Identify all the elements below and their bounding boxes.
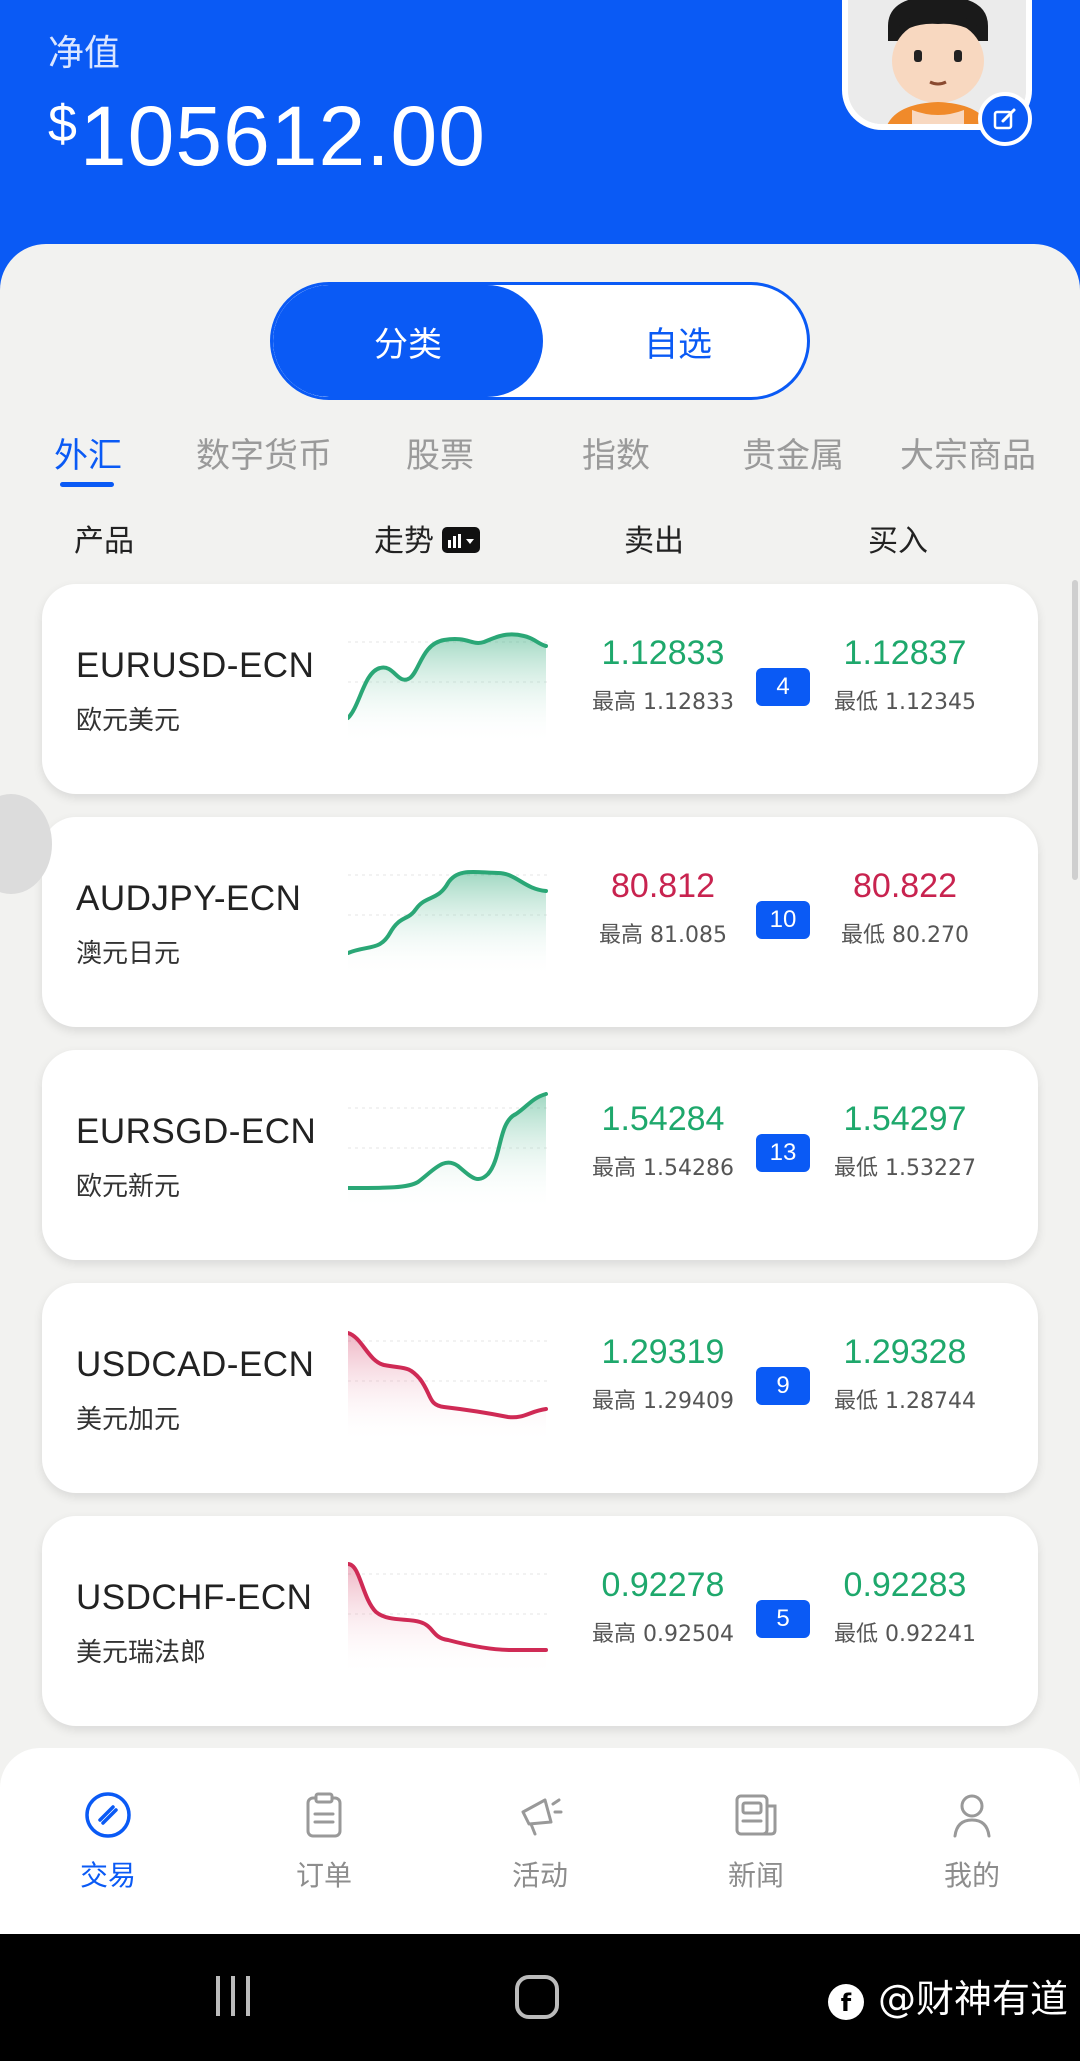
tabbar-activity-label: 活动 — [511, 1859, 568, 1892]
net-value: $105612.00 — [48, 88, 486, 185]
instrument-symbol: AUDJPY-ECN — [76, 879, 302, 918]
chart-toggle-icon — [442, 526, 480, 553]
spread-badge: 13 — [756, 1134, 810, 1172]
instrument-row[interactable]: AUDJPY-ECN 澳元日元 80.812 最高 81.085 10 80.8… — [42, 817, 1038, 1027]
edit-icon — [993, 108, 1016, 130]
instrument-symbol: USDCHF-ECN — [76, 1578, 313, 1617]
instrument-row[interactable]: EURUSD-ECN 欧元美元 1.12833 最高 1.12833 4 1.1… — [42, 584, 1038, 794]
net-value-label: 净值 — [48, 33, 121, 74]
col-sell: 卖出 — [624, 524, 684, 559]
trend-sparkline — [348, 869, 548, 977]
sell-high: 最高 0.92504 — [592, 1622, 734, 1647]
trend-sparkline — [348, 632, 548, 744]
tabbar-trade-label: 交易 — [79, 1859, 136, 1892]
buy-price[interactable]: 0.92283 — [805, 1566, 1005, 1605]
instrument-name: 美元加元 — [76, 1405, 181, 1435]
megaphone-icon — [521, 1798, 563, 1836]
instrument-name: 欧元美元 — [76, 706, 181, 736]
instrument-name: 澳元日元 — [76, 939, 181, 969]
buy-price[interactable]: 1.54297 — [805, 1100, 1005, 1139]
bottom-tab-bar: 交易 订单 活动 新闻 我的 — [0, 1748, 1080, 1934]
spread-badge: 4 — [756, 668, 810, 706]
watermark-text: @财神有道 — [877, 1977, 1068, 2021]
net-value-amount: 105612.00 — [79, 89, 486, 183]
currency-symbol: $ — [48, 95, 78, 153]
home-icon[interactable] — [514, 1974, 560, 2020]
sell-price[interactable]: 1.12833 — [563, 634, 763, 673]
sell-price[interactable]: 0.92278 — [563, 1566, 763, 1605]
logo-icon: f — [827, 1983, 864, 2020]
buy-low: 最低 1.53227 — [834, 1156, 976, 1181]
segment-category[interactable]: 分类 — [273, 285, 543, 397]
buy-low: 最低 0.92241 — [834, 1622, 976, 1647]
instrument-symbol: USDCAD-ECN — [76, 1345, 315, 1384]
spread-badge: 5 — [756, 1600, 810, 1638]
instrument-row[interactable]: USDCHF-ECN 美元瑞法郎 0.92278 最高 0.92504 5 0.… — [42, 1516, 1038, 1726]
col-product: 产品 — [74, 524, 134, 559]
sell-high: 最高 1.12833 — [592, 690, 734, 715]
buy-low: 最低 1.12345 — [834, 690, 976, 715]
instrument-symbol: EURSGD-ECN — [76, 1112, 317, 1151]
svg-text:f: f — [841, 1989, 852, 2017]
trend-sparkline — [348, 1562, 548, 1676]
tabbar-activity[interactable]: 活动 — [432, 1748, 648, 1934]
tabbar-profile[interactable]: 我的 — [864, 1748, 1080, 1934]
tabbar-trade[interactable]: 交易 — [0, 1748, 216, 1934]
tab-crypto[interactable]: 数字货币 — [196, 428, 332, 477]
active-tab-indicator — [60, 482, 114, 487]
buy-price[interactable]: 80.822 — [805, 867, 1005, 906]
tab-indices[interactable]: 指数 — [582, 428, 650, 477]
tab-forex[interactable]: 外汇 — [54, 428, 122, 477]
spread-badge: 9 — [756, 1367, 810, 1405]
col-buy: 买入 — [868, 524, 928, 559]
instrument-symbol: EURUSD-ECN — [76, 646, 315, 685]
buy-low: 最低 80.270 — [841, 923, 969, 948]
scrollbar[interactable] — [1072, 580, 1078, 880]
tab-stocks[interactable]: 股票 — [406, 428, 474, 477]
buy-price[interactable]: 1.12837 — [805, 634, 1005, 673]
sell-high: 最高 1.29409 — [592, 1389, 734, 1414]
tabbar-orders[interactable]: 订单 — [216, 1748, 432, 1934]
tabbar-orders-label: 订单 — [295, 1859, 352, 1892]
sell-price[interactable]: 1.29319 — [563, 1333, 763, 1372]
recent-apps-icon[interactable] — [214, 1974, 254, 2018]
edit-avatar-button[interactable] — [978, 92, 1032, 146]
news-icon — [735, 1794, 777, 1836]
buy-low: 最低 1.28744 — [834, 1389, 976, 1414]
sell-high: 最高 81.085 — [599, 923, 727, 948]
tab-commodities[interactable]: 大宗商品 — [900, 428, 1036, 477]
tab-precious-metals[interactable]: 贵金属 — [742, 428, 844, 477]
tabbar-news[interactable]: 新闻 — [648, 1748, 864, 1934]
sell-price[interactable]: 80.812 — [563, 867, 763, 906]
segment-watchlist[interactable]: 自选 — [543, 285, 807, 397]
watermark: f @财神有道 — [826, 1968, 1068, 2023]
buy-price[interactable]: 1.29328 — [805, 1333, 1005, 1372]
trade-icon — [85, 1792, 131, 1838]
segment-control: 分类 自选 — [270, 282, 810, 400]
col-trend[interactable]: 走势 — [374, 516, 480, 560]
sell-high: 最高 1.54286 — [592, 1156, 734, 1181]
instrument-row[interactable]: USDCAD-ECN 美元加元 1.29319 最高 1.29409 9 1.2… — [42, 1283, 1038, 1493]
instrument-name: 欧元新元 — [76, 1172, 181, 1202]
col-trend-label: 走势 — [374, 524, 434, 559]
tabbar-profile-label: 我的 — [943, 1859, 1000, 1892]
spread-badge: 10 — [756, 901, 810, 939]
sell-price[interactable]: 1.54284 — [563, 1100, 763, 1139]
instrument-row[interactable]: EURSGD-ECN 欧元新元 1.54284 最高 1.54286 13 1.… — [42, 1050, 1038, 1260]
trend-sparkline — [348, 1331, 548, 1443]
tabbar-news-label: 新闻 — [727, 1859, 784, 1892]
profile-icon — [953, 1794, 991, 1838]
trend-sparkline — [348, 1092, 548, 1210]
instrument-name: 美元瑞法郎 — [76, 1638, 207, 1668]
orders-icon — [306, 1792, 342, 1838]
